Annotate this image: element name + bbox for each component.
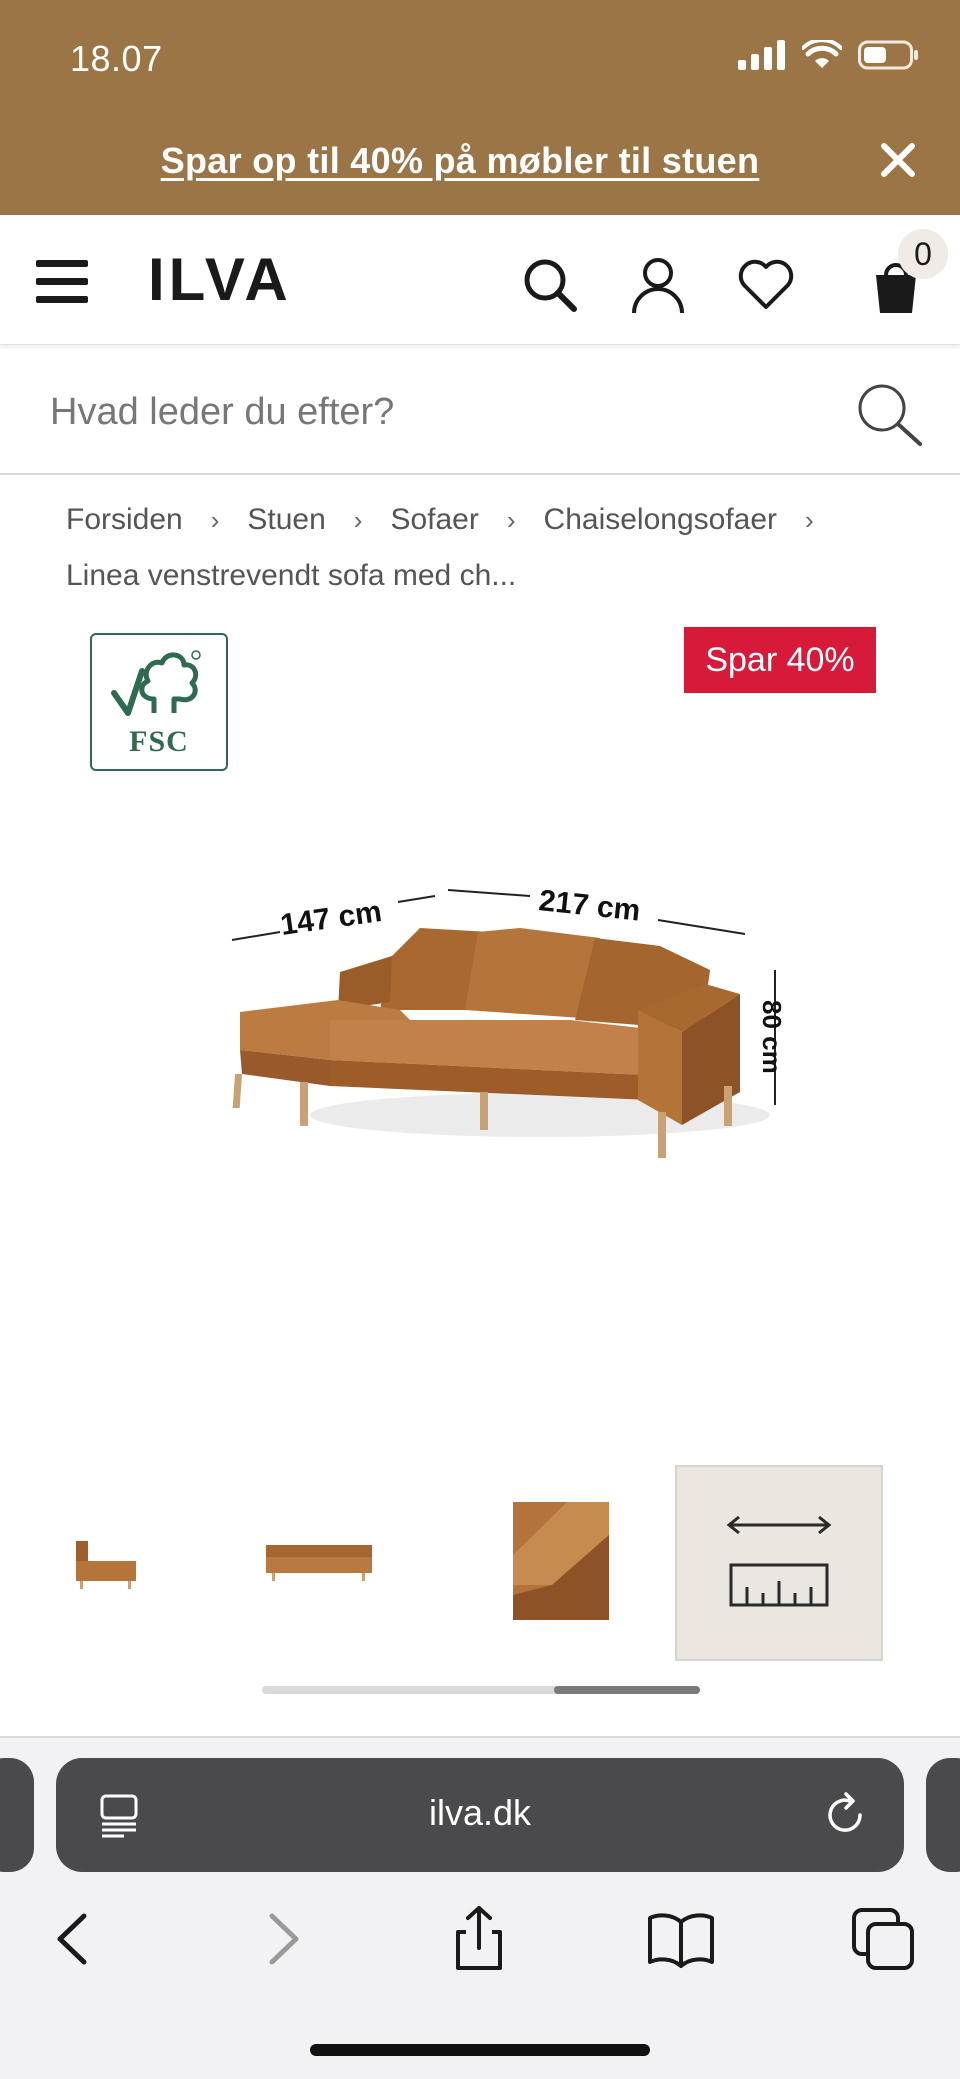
sofa-side-thumb — [76, 1541, 136, 1589]
battery-icon — [858, 40, 918, 70]
share-icon[interactable] — [444, 1904, 514, 1974]
breadcrumb-chaiselongsofaer[interactable]: Chaiselongsofaer — [544, 492, 777, 548]
breadcrumb: Forsiden › Stuen › Sofaer › Chaiselongsofaer › … — [66, 492, 926, 604]
next-tab-edge[interactable] — [926, 1758, 960, 1872]
close-promo-button[interactable] — [876, 140, 920, 184]
product-image[interactable]: 147 cm 217 cm 80 cm — [220, 860, 820, 1180]
breadcrumb-current: Linea venstrevendt sofa med ch... — [66, 559, 517, 592]
sofa-front-thumb — [266, 1545, 372, 1581]
status-time: 18.07 — [70, 38, 163, 79]
promo-link[interactable]: Spar op til 40% på møbler til stuen — [0, 140, 920, 182]
breadcrumb-separator: › — [805, 505, 814, 535]
gallery-scrollbar-thumb[interactable] — [554, 1686, 700, 1694]
url-text: ilva.dk — [428, 1792, 532, 1833]
tabs-icon[interactable] — [848, 1904, 918, 1974]
signal-icon — [738, 40, 785, 70]
dimension-chaise-label: 147 cm — [278, 895, 383, 942]
back-icon[interactable] — [40, 1904, 110, 1974]
dimension-height-label: 80 cm — [757, 1000, 787, 1074]
bookmarks-icon[interactable] — [646, 1904, 716, 1974]
dimensions-ruler-icon — [726, 1515, 832, 1607]
cart-count-badge: 0 — [898, 229, 948, 279]
thumbnail-side-view[interactable] — [70, 1465, 150, 1661]
close-icon — [881, 143, 915, 177]
address-bar[interactable]: ilva.dk — [56, 1758, 904, 1872]
site-header: ILVA 0 — [0, 215, 960, 345]
search-bar — [0, 350, 960, 475]
thumbnail-leather-detail[interactable] — [512, 1465, 612, 1661]
search-input[interactable] — [50, 380, 830, 445]
wishlist-heart-icon[interactable] — [736, 255, 796, 315]
menu-button[interactable] — [36, 260, 92, 304]
dimension-width-label: 217 cm — [537, 884, 642, 927]
fsc-certification-logo: FSC — [90, 633, 228, 771]
breadcrumb-separator: › — [506, 505, 516, 535]
gallery-scrollbar[interactable] — [262, 1686, 700, 1694]
breadcrumb-stuen[interactable]: Stuen — [247, 492, 325, 548]
promo-banner: 18.07 Spar op til 40% på møbler til stue… — [0, 0, 960, 215]
search-submit-icon[interactable] — [854, 380, 924, 450]
thumbnail-dimensions[interactable] — [675, 1465, 883, 1661]
breadcrumb-separator: › — [353, 505, 363, 535]
breadcrumb-home[interactable]: Forsiden — [66, 492, 183, 548]
browser-toolbar: ilva.dk — [0, 1738, 960, 2079]
reload-icon[interactable] — [820, 1790, 870, 1840]
gallery-thumbnails — [0, 1465, 960, 1661]
previous-tab-edge[interactable] — [0, 1758, 34, 1872]
status-icons — [738, 40, 920, 70]
discount-badge: Spar 40% — [684, 627, 876, 693]
leather-detail-thumb — [513, 1502, 609, 1620]
account-icon[interactable] — [628, 255, 688, 315]
breadcrumb-sofaer[interactable]: Sofaer — [390, 492, 478, 548]
search-icon[interactable] — [520, 255, 580, 315]
breadcrumb-separator: › — [210, 505, 220, 535]
home-indicator — [310, 2044, 650, 2056]
logo[interactable]: ILVA — [148, 245, 292, 314]
tree-checkmark-icon — [111, 650, 201, 716]
thumbnail-front-view[interactable] — [262, 1465, 382, 1661]
forward-icon[interactable] — [246, 1904, 316, 1974]
wifi-icon — [802, 40, 842, 68]
fsc-label: FSC — [129, 725, 189, 758]
